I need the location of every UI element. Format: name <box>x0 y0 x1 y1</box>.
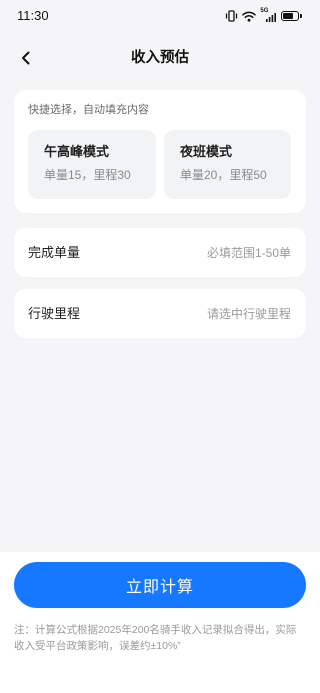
orders-field-row[interactable]: 完成单量 <box>14 228 306 277</box>
preset-option-lunch-peak[interactable]: 午高峰模式 单量15，里程30 <box>28 130 156 199</box>
preset-option-desc: 单量20，里程50 <box>180 168 267 182</box>
quick-select-card: 快捷选择，自动填充内容 午高峰模式 单量15，里程30 夜班模式 单量20，里程… <box>14 90 306 213</box>
preset-option-title: 夜班模式 <box>180 144 233 159</box>
page-header: 收入预估 <box>0 43 320 73</box>
wifi-icon <box>242 11 257 22</box>
calculate-button[interactable]: 立即计算 <box>14 562 306 608</box>
signal-icon: 5G <box>260 8 277 22</box>
quick-select-label: 快捷选择，自动填充内容 <box>28 104 149 116</box>
mileage-field-row[interactable]: 行驶里程 <box>14 289 306 338</box>
preset-option-night-shift[interactable]: 夜班模式 单量20，里程50 <box>164 130 291 199</box>
status-icons: 5G <box>225 8 302 23</box>
status-time: 11:30 <box>17 8 49 23</box>
mileage-input[interactable] <box>90 306 291 321</box>
battery-icon <box>281 11 302 21</box>
page-title: 收入预估 <box>131 50 189 66</box>
mileage-field-label: 行驶里程 <box>28 306 81 321</box>
preset-option-title: 午高峰模式 <box>44 144 110 159</box>
status-bar: 11:30 5G <box>0 0 320 32</box>
bottom-action-bar: 立即计算 注：计算公式根据2025年200名骑手收入记录拟合得出，实际收入受平台… <box>0 552 320 693</box>
disclaimer-note: 注：计算公式根据2025年200名骑手收入记录拟合得出，实际收入受平台政策影响，… <box>14 624 297 652</box>
vibrate-icon <box>225 10 238 22</box>
battery-level-fill <box>283 13 294 19</box>
orders-input[interactable] <box>90 245 291 260</box>
orders-field-label: 完成单量 <box>28 245 81 260</box>
preset-option-desc: 单量15，里程30 <box>44 168 131 182</box>
